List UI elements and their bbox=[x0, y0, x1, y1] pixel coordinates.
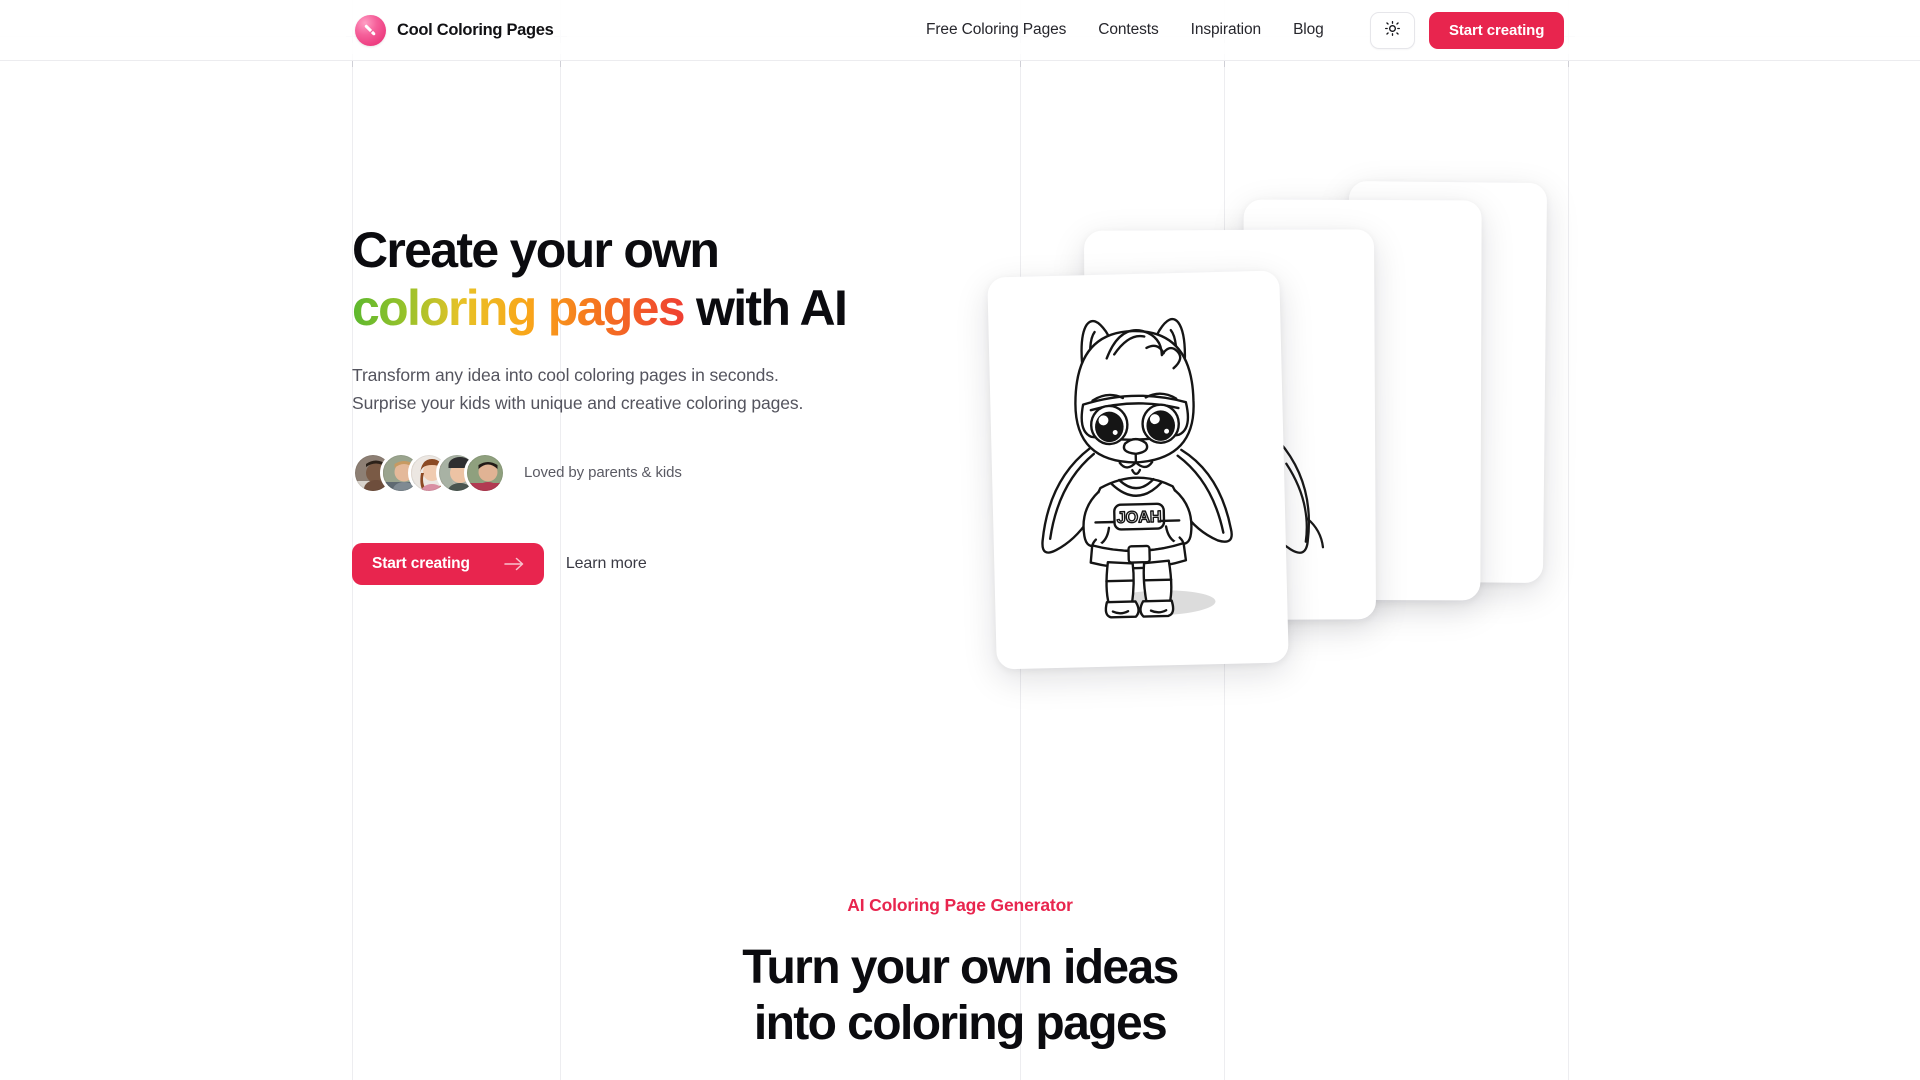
sun-icon bbox=[1384, 20, 1401, 40]
page-title: Create your own coloring pages with AI bbox=[352, 221, 912, 337]
header-actions: Start creating bbox=[1370, 11, 1565, 49]
site-header: Cool Coloring Pages Free Coloring Pages … bbox=[0, 0, 1920, 61]
hero-section: Create your own coloring pages with AI T… bbox=[0, 60, 1920, 870]
hero-subtitle-line1: Transform any idea into cool coloring pa… bbox=[352, 365, 779, 385]
nav-item-blog[interactable]: Blog bbox=[1277, 15, 1340, 45]
hero-title-gradient: coloring pages bbox=[352, 280, 686, 336]
section-title-line2: into coloring pages bbox=[753, 997, 1168, 1051]
section-title-line1: Turn your own ideas bbox=[742, 941, 1179, 994]
arrow-right-icon bbox=[504, 557, 524, 571]
section-title: Turn your own ideas into coloring pages bbox=[0, 940, 1920, 1052]
hero-start-creating-label: Start creating bbox=[372, 554, 470, 572]
hero-cta-row: Start creating Learn more bbox=[352, 542, 912, 585]
coloring-page-card-stack: JOAH bbox=[985, 178, 1585, 698]
coloring-card-front[interactable]: JOAH bbox=[987, 270, 1289, 670]
hero-title-line1: Create your own bbox=[352, 222, 720, 278]
social-proof: Loved by parents & kids bbox=[352, 451, 912, 494]
brand-logo[interactable]: Cool Coloring Pages bbox=[355, 14, 554, 46]
hero-title-tail: with AI bbox=[683, 280, 848, 336]
generator-section-intro: AI Coloring Page Generator Turn your own… bbox=[0, 895, 1920, 1052]
hero-copy: Create your own coloring pages with AI T… bbox=[352, 221, 912, 585]
social-proof-text: Loved by parents & kids bbox=[524, 464, 682, 482]
header-start-creating-button[interactable]: Start creating bbox=[1429, 11, 1565, 49]
avatar bbox=[464, 451, 506, 494]
hero-start-creating-button[interactable]: Start creating bbox=[352, 542, 544, 585]
section-eyebrow: AI Coloring Page Generator bbox=[847, 895, 1073, 915]
nav-item-inspiration[interactable]: Inspiration bbox=[1175, 15, 1277, 45]
hero-subtitle: Transform any idea into cool coloring pa… bbox=[352, 361, 912, 418]
card-name-text: JOAH bbox=[1116, 508, 1161, 527]
nav-item-contests[interactable]: Contests bbox=[1082, 15, 1174, 45]
primary-nav: Free Coloring Pages Contests Inspiration… bbox=[910, 15, 1340, 45]
brand-name: Cool Coloring Pages bbox=[397, 20, 554, 39]
nav-item-free-coloring-pages[interactable]: Free Coloring Pages bbox=[910, 15, 1082, 45]
theme-toggle-button[interactable] bbox=[1370, 11, 1415, 49]
hero-subtitle-line2: Surprise your kids with unique and creat… bbox=[352, 393, 804, 414]
avatar-group bbox=[352, 451, 506, 494]
header-divider bbox=[0, 60, 1920, 61]
landing-page: Cool Coloring Pages Free Coloring Pages … bbox=[0, 0, 1920, 1080]
paintbrush-icon bbox=[355, 14, 386, 46]
learn-more-link[interactable]: Learn more bbox=[566, 555, 647, 573]
